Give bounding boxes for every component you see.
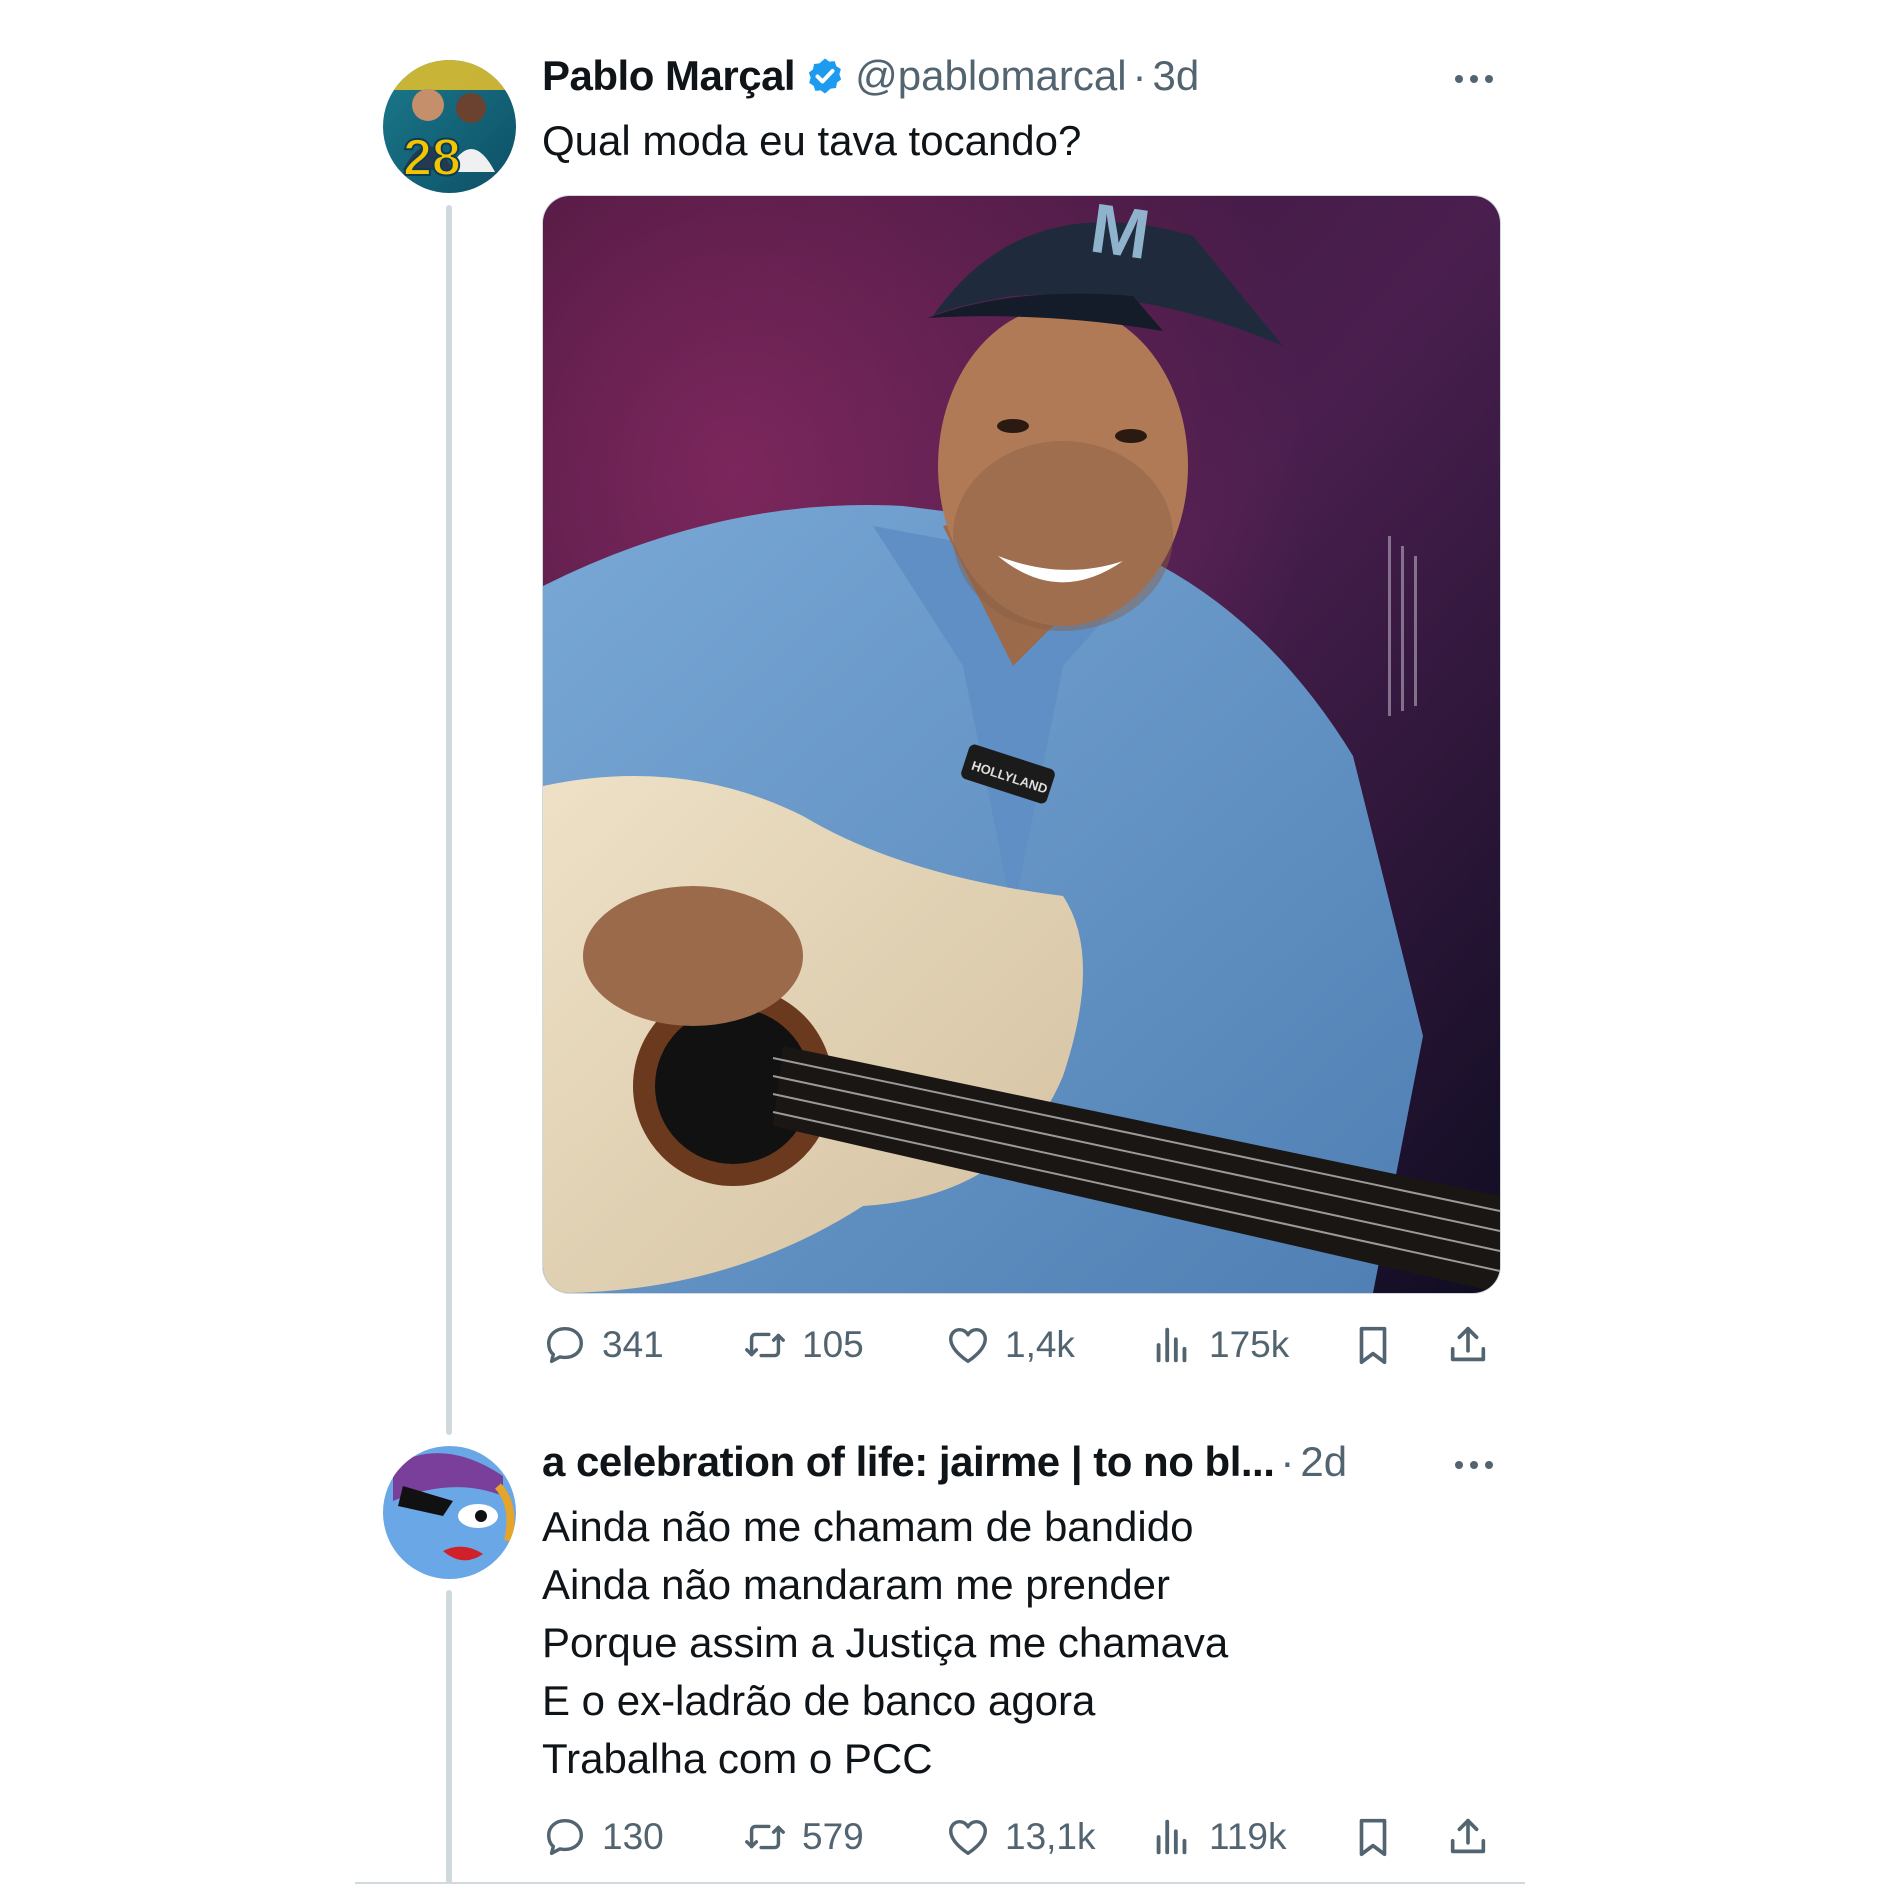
share-button[interactable] xyxy=(1445,1807,1491,1867)
tweet-media-photo[interactable]: M HOLLYLAND xyxy=(542,195,1501,1294)
more-icon[interactable] xyxy=(1452,69,1496,89)
reply-button[interactable]: 130 xyxy=(542,1807,664,1867)
like-icon xyxy=(949,1819,987,1856)
tweet-header: a celebration of life: jairme | to no bl… xyxy=(542,1438,1347,1486)
like-count: 13,1k xyxy=(1005,1816,1096,1857)
views-button[interactable]: 175k xyxy=(1149,1315,1289,1375)
bookmark-button[interactable] xyxy=(1350,1315,1396,1375)
reply-icon xyxy=(546,1818,584,1856)
views-icon xyxy=(1156,1819,1187,1855)
tweet-text: Ainda não me chamam de bandido Ainda não… xyxy=(542,1503,1229,1782)
tweet-text: Qual moda eu tava tocando? xyxy=(542,117,1082,164)
views-count: 119k xyxy=(1209,1816,1287,1857)
share-icon xyxy=(1450,1326,1486,1362)
separator-dot: · xyxy=(1132,52,1147,99)
thread-line xyxy=(446,1590,452,1884)
tweet-actions: 341 105 1,4k 175k xyxy=(542,1315,1502,1375)
author-name[interactable]: a celebration of life: jairme | to no bl… xyxy=(542,1438,1275,1486)
svg-text:M: M xyxy=(1086,196,1155,274)
avatar[interactable] xyxy=(383,1446,516,1579)
retweet-button[interactable]: 579 xyxy=(742,1807,864,1867)
views-button[interactable]: 119k xyxy=(1149,1807,1287,1867)
tweet-time[interactable]: 2d xyxy=(1300,1438,1347,1486)
bookmark-icon xyxy=(1359,1326,1387,1365)
bookmark-button[interactable] xyxy=(1350,1807,1396,1867)
separator-dot: · xyxy=(1280,1438,1295,1485)
reply-count: 130 xyxy=(602,1816,664,1857)
like-button[interactable]: 13,1k xyxy=(945,1807,1096,1867)
retweet-button[interactable]: 105 xyxy=(742,1315,864,1375)
like-count: 1,4k xyxy=(1005,1324,1075,1365)
avatar-badge-text: 28 xyxy=(402,128,462,188)
share-button[interactable] xyxy=(1445,1315,1491,1375)
like-icon xyxy=(949,1327,987,1364)
avatar[interactable]: 28 xyxy=(383,60,516,193)
like-button[interactable]: 1,4k xyxy=(945,1315,1075,1375)
reply-icon xyxy=(546,1326,584,1364)
views-icon xyxy=(1156,1327,1187,1363)
retweet-count: 105 xyxy=(802,1324,864,1365)
tweet-actions: 130 579 13,1k 119k xyxy=(542,1807,1502,1867)
retweet-icon xyxy=(745,1824,785,1850)
tweet-header: Pablo Marçal @pablomarcal · 3d xyxy=(542,52,1199,100)
thread-line xyxy=(446,205,452,1435)
reply-button[interactable]: 341 xyxy=(542,1315,664,1375)
tweet-time[interactable]: 3d xyxy=(1153,52,1200,100)
author-name[interactable]: Pablo Marçal xyxy=(542,52,796,100)
verified-badge-icon xyxy=(808,58,842,94)
author-handle[interactable]: @pablomarcal xyxy=(855,52,1126,100)
bookmark-icon xyxy=(1359,1818,1387,1857)
reply-count: 341 xyxy=(602,1324,664,1365)
share-icon xyxy=(1450,1818,1486,1854)
more-icon[interactable] xyxy=(1452,1455,1496,1475)
views-count: 175k xyxy=(1209,1324,1290,1365)
retweet-count: 579 xyxy=(802,1816,864,1857)
retweet-icon xyxy=(745,1332,785,1358)
